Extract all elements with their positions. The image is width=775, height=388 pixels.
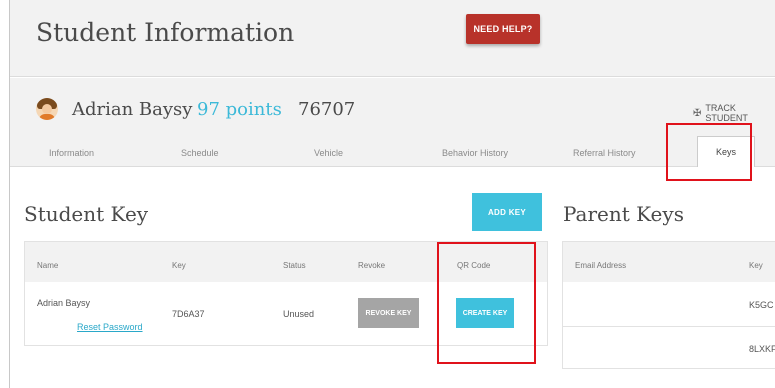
row-divider: [563, 326, 775, 327]
add-key-button[interactable]: ADD KEY: [472, 193, 542, 231]
parent-row-key: 8LXKF: [749, 344, 775, 354]
app-frame: Student Information NEED HELP? Adrian Ba…: [0, 0, 775, 388]
row-key-value: 7D6A37: [172, 309, 205, 319]
parent-row-key: K5GC: [749, 300, 774, 310]
tab-vehicle[interactable]: Vehicle: [314, 148, 343, 158]
avatar: [36, 98, 58, 120]
row-status-value: Unused: [283, 309, 315, 319]
student-name: Adrian Baysy: [72, 99, 193, 120]
col-revoke: Revoke: [358, 261, 386, 270]
parent-keys-title: Parent Keys: [563, 202, 684, 226]
student-id: 76707: [298, 99, 356, 120]
tab-information[interactable]: Information: [49, 148, 94, 158]
track-student-link[interactable]: ✠ TRACK STUDENT: [693, 103, 775, 123]
revoke-key-button[interactable]: REVOKE KEY: [358, 298, 419, 328]
track-icon: ✠: [693, 107, 702, 119]
student-profile-bar: Adrian Baysy 97 points 76707 ✠ TRACK STU…: [10, 78, 775, 167]
header-divider: [10, 76, 775, 77]
page-title: Student Information: [36, 18, 295, 47]
track-student-label: TRACK STUDENT: [705, 103, 748, 123]
highlight-keys-tab: [666, 123, 752, 181]
student-points: 97 points: [197, 99, 282, 120]
col-status: Status: [283, 261, 306, 270]
page-header: Student Information NEED HELP?: [10, 0, 775, 76]
col-name: Name: [37, 261, 59, 270]
reset-password-link[interactable]: Reset Password: [77, 322, 143, 332]
tab-behavior-history[interactable]: Behavior History: [442, 148, 508, 158]
col-parent-key: Key: [749, 261, 763, 270]
row-student-name: Adrian Baysy: [37, 298, 91, 308]
need-help-button[interactable]: NEED HELP?: [466, 14, 540, 44]
tab-referral-history[interactable]: Referral History: [573, 148, 636, 158]
highlight-qr-column: [437, 242, 536, 364]
tab-schedule[interactable]: Schedule: [181, 148, 219, 158]
parent-table-header: Email Address Key: [563, 242, 775, 282]
col-key: Key: [172, 261, 186, 270]
col-email-address: Email Address: [575, 261, 627, 270]
parent-keys-table: Email Address Key K5GC 8LXKF: [562, 241, 775, 369]
student-key-title: Student Key: [24, 202, 149, 226]
